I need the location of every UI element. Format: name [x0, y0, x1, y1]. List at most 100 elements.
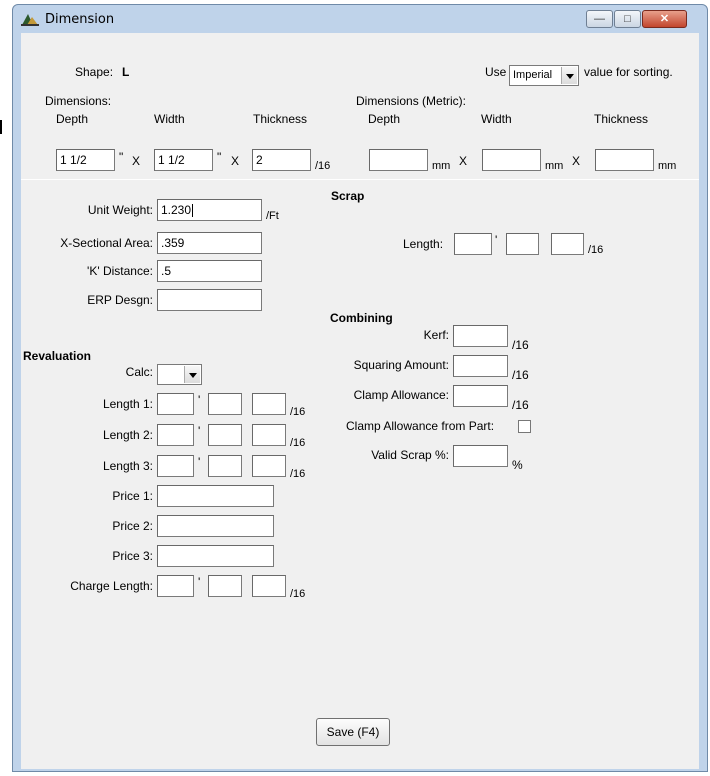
x-separator: X [459, 154, 468, 168]
sixteenth-unit: /16 [290, 468, 306, 480]
sort-suffix-label: value for sorting. [584, 65, 673, 79]
scrap-length-inch-input[interactable] [506, 233, 539, 255]
title-bar: Dimension — □ ✕ [13, 5, 707, 33]
clamp-allowance-from-part-checkbox[interactable] [518, 420, 531, 433]
use-label: Use [485, 65, 507, 79]
inch-mark: " [217, 150, 222, 164]
col-width: Width [154, 112, 185, 126]
sixteenth-unit: /16 [588, 244, 604, 256]
shape-label: Shape: [75, 65, 114, 79]
erp-designation-input[interactable] [157, 289, 262, 311]
unit-weight-input[interactable]: 1.230 [157, 199, 262, 221]
dimension-window: Dimension — □ ✕ Shape: L Use Imperial va… [12, 4, 708, 772]
length2-inch-input[interactable] [208, 424, 242, 446]
close-button[interactable]: ✕ [642, 10, 687, 28]
kerf-label: Kerf: [423, 328, 449, 342]
length2-sixteenth-input[interactable] [252, 424, 286, 446]
charge-length-feet-input[interactable] [157, 575, 194, 597]
sixteenth-unit: /16 [512, 368, 529, 382]
k-distance-label: 'K' Distance: [87, 264, 153, 278]
close-icon: ✕ [659, 13, 670, 25]
minimize-icon: — [594, 13, 605, 25]
calc-label: Calc: [125, 365, 153, 379]
sixteenth-unit: /16 [315, 160, 331, 172]
chevron-down-icon [561, 67, 577, 84]
foot-mark: ' [198, 424, 201, 438]
sixteenth-unit: /16 [512, 338, 529, 352]
length1-label: Length 1: [102, 397, 153, 411]
charge-length-inch-input[interactable] [208, 575, 242, 597]
erp-designation-label: ERP Desgn: [87, 293, 153, 307]
charge-length-label: Charge Length: [70, 579, 153, 593]
save-button[interactable]: Save (F4) [316, 718, 390, 746]
app-logo-icon [21, 14, 39, 26]
foot-mark: ' [198, 575, 201, 589]
length1-sixteenth-input[interactable] [252, 393, 286, 415]
squaring-amount-input[interactable] [453, 355, 508, 377]
scrap-length-sixteenth-input[interactable] [551, 233, 584, 255]
length2-label: Length 2: [102, 428, 153, 442]
thickness-input[interactable]: 2 [252, 149, 311, 171]
combining-title: Combining [330, 311, 393, 325]
shape-value: L [122, 65, 130, 79]
xsec-area-input[interactable]: .359 [157, 232, 262, 254]
price2-input[interactable] [157, 515, 274, 537]
col-metric-depth: Depth [368, 112, 401, 126]
clamp-allowance-input[interactable] [453, 385, 508, 407]
length2-feet-input[interactable] [157, 424, 194, 446]
col-metric-thickness: Thickness [594, 112, 649, 126]
unit-weight-value: 1.230 [161, 203, 192, 217]
length1-inch-input[interactable] [208, 393, 242, 415]
col-metric-width: Width [481, 112, 512, 126]
xsec-area-label: X-Sectional Area: [60, 236, 153, 250]
scrap-title: Scrap [331, 189, 365, 203]
kerf-input[interactable] [453, 325, 508, 347]
sort-unit-select[interactable]: Imperial [509, 65, 579, 86]
dimensions-metric-label: Dimensions (Metric): [356, 94, 467, 108]
k-distance-input[interactable]: .5 [157, 260, 262, 282]
width-input[interactable]: 1 1/2 [154, 149, 213, 171]
metric-width-input[interactable] [482, 149, 541, 171]
price3-label: Price 3: [112, 549, 153, 563]
col-depth: Depth [56, 112, 89, 126]
maximize-icon: □ [624, 13, 631, 25]
foot-mark: ' [495, 233, 498, 247]
percent-unit: % [512, 458, 523, 472]
metric-depth-input[interactable] [369, 149, 428, 171]
sixteenth-unit: /16 [512, 398, 529, 412]
scrap-length-label: Length: [403, 237, 444, 251]
mm-unit: mm [432, 160, 451, 172]
mm-unit: mm [658, 160, 677, 172]
price1-input[interactable] [157, 485, 274, 507]
scrap-length-feet-input[interactable] [454, 233, 492, 255]
metric-thickness-input[interactable] [595, 149, 654, 171]
calc-select[interactable] [157, 364, 202, 385]
length1-feet-input[interactable] [157, 393, 194, 415]
minimize-button[interactable]: — [586, 10, 613, 28]
mm-unit: mm [545, 160, 564, 172]
valid-scrap-label: Valid Scrap %: [371, 448, 449, 462]
length3-sixteenth-input[interactable] [252, 455, 286, 477]
valid-scrap-input[interactable] [453, 445, 508, 467]
left-edge-marker [0, 120, 2, 134]
clamp-allowance-from-part-label: Clamp Allowance from Part: [346, 419, 495, 433]
per-foot-unit: /Ft [266, 210, 279, 222]
foot-mark: ' [198, 455, 201, 469]
length3-feet-input[interactable] [157, 455, 194, 477]
sort-unit-value: Imperial [513, 69, 553, 81]
length3-inch-input[interactable] [208, 455, 242, 477]
price3-input[interactable] [157, 545, 274, 567]
window-title: Dimension [45, 12, 115, 27]
x-separator: X [572, 154, 581, 168]
sixteenth-unit: /16 [290, 437, 306, 449]
inch-mark: " [119, 150, 124, 164]
x-separator: X [231, 154, 240, 168]
maximize-button[interactable]: □ [614, 10, 641, 28]
charge-length-sixteenth-input[interactable] [252, 575, 286, 597]
x-separator: X [132, 154, 141, 168]
dimensions-panel: Shape: L Use Imperial value for sorting.… [21, 33, 699, 179]
dimensions-label: Dimensions: [45, 94, 112, 108]
sixteenth-unit: /16 [290, 588, 306, 600]
sixteenth-unit: /16 [290, 406, 306, 418]
depth-input[interactable]: 1 1/2 [56, 149, 115, 171]
